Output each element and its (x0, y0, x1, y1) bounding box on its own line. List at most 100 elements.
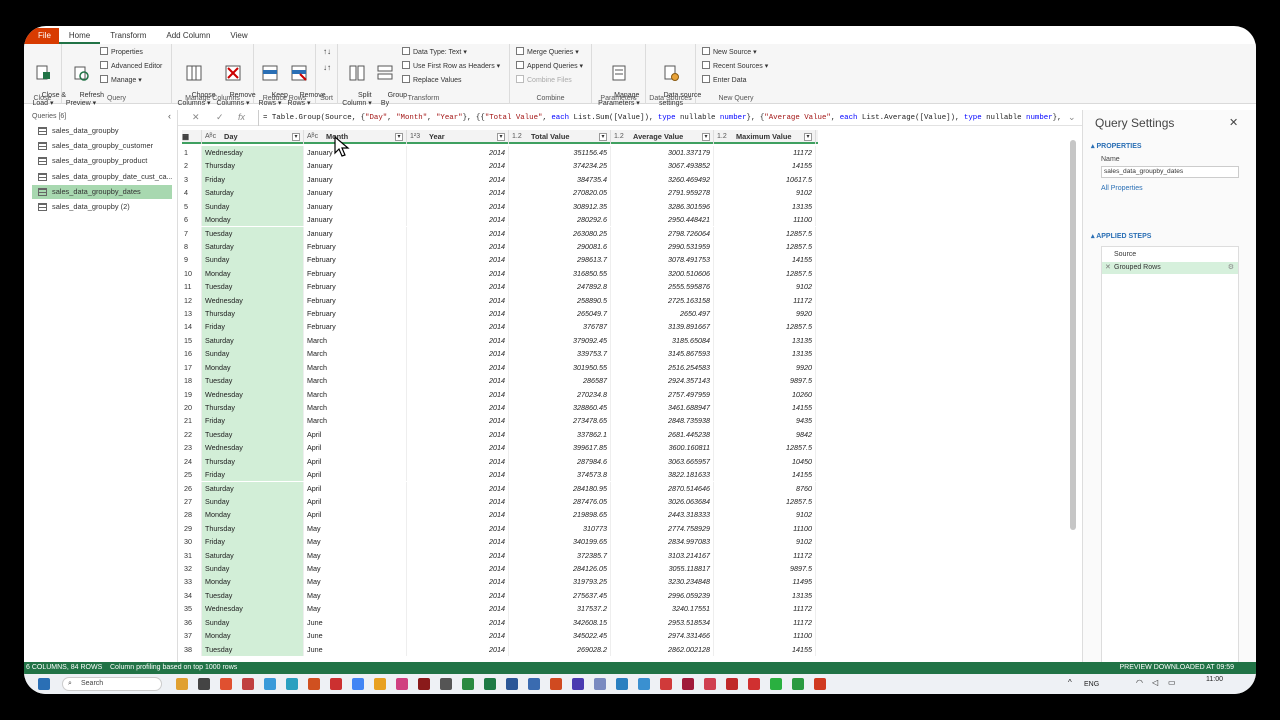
table-cell[interactable]: Wednesday (202, 293, 304, 307)
table-cell[interactable]: April (304, 494, 407, 509)
table-cell[interactable]: Tuesday (202, 280, 304, 294)
table-cell[interactable]: Tuesday (202, 427, 304, 442)
replace-values-button[interactable]: Replace Values (402, 75, 462, 87)
app-icon-24[interactable] (814, 678, 826, 690)
table-cell[interactable]: 2681.445238 (611, 427, 714, 442)
table-row[interactable]: 15 Saturday March 2014 379092.45 3185.65084 13… (182, 333, 818, 348)
table-cell[interactable]: 2014 (407, 494, 509, 509)
tab-add-column[interactable]: Add Column (156, 28, 220, 44)
filter-dropdown-icon[interactable]: ▾ (497, 133, 505, 141)
table-cell[interactable]: 2953.518534 (611, 615, 714, 630)
table-cell[interactable]: 2014 (407, 615, 509, 630)
table-cell[interactable]: 284180.95 (509, 481, 611, 495)
table-row[interactable]: 11 Tuesday February 2014 247892.8 2555.595876… (182, 280, 818, 294)
table-cell[interactable]: 340199.65 (509, 535, 611, 549)
table-row[interactable]: 13 Thursday February 2014 265049.7 2650.497 99… (182, 307, 818, 321)
tab-transform[interactable]: Transform (100, 28, 156, 44)
table-cell[interactable]: February (304, 320, 407, 334)
table-cell[interactable]: February (304, 293, 407, 307)
app-icon-9[interactable] (396, 678, 408, 690)
table-cell[interactable]: June (304, 642, 407, 656)
formula-input[interactable]: = Table.Group(Source, {"Day", "Month", "… (258, 110, 1073, 126)
table-cell[interactable]: 3200.510606 (611, 266, 714, 281)
table-cell[interactable]: 339753.7 (509, 347, 611, 361)
table-row[interactable]: 9 Sunday February 2014 298613.7 3078.491753 14… (182, 253, 818, 267)
wifi-icon[interactable]: ◠ (1136, 678, 1143, 687)
grid-scrollbar-thumb[interactable] (1070, 140, 1076, 530)
table-cell[interactable]: 9102 (714, 280, 816, 294)
table-cell[interactable]: 2014 (407, 602, 509, 616)
table-cell[interactable]: January (304, 159, 407, 173)
app-icon-23[interactable] (792, 678, 804, 690)
table-row[interactable]: 3 Friday January 2014 384735.4 3260.469492 106… (182, 172, 818, 187)
app-icon-files[interactable] (176, 678, 188, 690)
table-cell[interactable]: 14155 (714, 642, 816, 656)
table-cell[interactable]: 3001.337179 (611, 146, 714, 160)
table-cell[interactable]: Tuesday (202, 588, 304, 603)
query-item[interactable]: sales_data_groupby_customer (32, 139, 172, 153)
table-cell[interactable]: 258890.5 (509, 293, 611, 307)
table-row[interactable]: 28 Monday April 2014 219898.65 2443.318333 910… (182, 508, 818, 522)
table-cell[interactable]: 12857.5 (714, 441, 816, 455)
table-cell[interactable]: 3185.65084 (611, 333, 714, 348)
column-type-icon[interactable]: Aᴮᴄ (307, 130, 318, 144)
table-row[interactable]: 38 Tuesday June 2014 269028.2 2862.002128 1415… (182, 642, 818, 656)
table-cell[interactable]: 9920 (714, 360, 816, 375)
table-cell[interactable]: Sunday (202, 562, 304, 576)
remove-rows-button[interactable]: Remove Rows ▾ (284, 48, 326, 116)
table-cell[interactable]: 399617.85 (509, 441, 611, 455)
table-cell[interactable]: 301950.55 (509, 360, 611, 375)
powerpoint-icon[interactable] (550, 678, 562, 690)
table-cell[interactable]: 2014 (407, 642, 509, 656)
table-cell[interactable]: 2014 (407, 280, 509, 294)
merge-queries-button[interactable]: Merge Queries ▾ (516, 47, 579, 59)
table-cell[interactable]: March (304, 333, 407, 348)
table-cell[interactable]: 273478.65 (509, 414, 611, 428)
table-row[interactable]: 20 Thursday March 2014 328860.45 3461.688947 1… (182, 400, 818, 415)
table-cell[interactable]: 2014 (407, 374, 509, 388)
windows-start-icon[interactable] (38, 678, 50, 690)
app-icon-6[interactable] (308, 678, 320, 690)
use-first-row-headers-button[interactable]: Use First Row as Headers ▾ (402, 61, 500, 73)
table-row[interactable]: 35 Wednesday May 2014 317537.2 3240.17551 1117… (182, 602, 818, 616)
app-icon-11[interactable] (440, 678, 452, 690)
table-cell[interactable]: 2014 (407, 266, 509, 281)
refresh-preview-button[interactable]: Refresh Preview ▾ (64, 48, 104, 116)
table-cell[interactable]: Saturday (202, 548, 304, 562)
table-cell[interactable]: 2870.514646 (611, 481, 714, 495)
table-cell[interactable]: 2014 (407, 481, 509, 495)
table-cell[interactable]: 3139.891667 (611, 320, 714, 334)
table-cell[interactable]: 3230.234848 (611, 575, 714, 589)
table-cell[interactable]: January (304, 172, 407, 187)
table-cell[interactable]: 2014 (407, 468, 509, 482)
app-icon-3[interactable] (242, 678, 254, 690)
manage-parameters-button[interactable]: Manage Parameters ▾ (594, 48, 644, 116)
table-row[interactable]: 10 Monday February 2014 316850.55 3200.510606… (182, 266, 818, 281)
filter-dropdown-icon[interactable]: ▾ (804, 133, 812, 141)
table-cell[interactable]: Sunday (202, 494, 304, 509)
query-item[interactable]: sales_data_groupby_dates (32, 184, 172, 199)
table-cell[interactable]: Thursday (202, 454, 304, 469)
table-cell[interactable]: 374234.25 (509, 159, 611, 173)
table-cell[interactable]: 284126.05 (509, 562, 611, 576)
table-cell[interactable]: 8760 (714, 481, 816, 495)
table-row[interactable]: 19 Wednesday March 2014 270234.8 2757.497959 1… (182, 387, 818, 401)
table-cell[interactable]: 2014 (407, 548, 509, 562)
clock[interactable]: 11:00 (1206, 676, 1223, 683)
word-icon[interactable] (506, 678, 518, 690)
table-cell[interactable]: April (304, 427, 407, 442)
table-cell[interactable]: 14155 (714, 400, 816, 415)
app-icon-10[interactable] (418, 678, 430, 690)
table-cell[interactable]: 13135 (714, 347, 816, 361)
table-cell[interactable]: 2650.497 (611, 307, 714, 321)
table-cell[interactable]: 2014 (407, 199, 509, 214)
table-cell[interactable]: Thursday (202, 159, 304, 173)
applied-step[interactable]: Source (1102, 249, 1238, 261)
table-row[interactable]: 18 Tuesday March 2014 286587 2924.357143 9897.… (182, 374, 818, 388)
table-row[interactable]: 29 Thursday May 2014 310773 2774.758929 11100 (182, 521, 818, 536)
table-cell[interactable]: Wednesday (202, 387, 304, 401)
query-item[interactable]: sales_data_groupby (2) (32, 200, 172, 214)
advanced-editor-button[interactable]: Advanced Editor (100, 61, 162, 73)
table-cell[interactable]: 3600.160811 (611, 441, 714, 455)
table-cell[interactable]: 9102 (714, 186, 816, 200)
